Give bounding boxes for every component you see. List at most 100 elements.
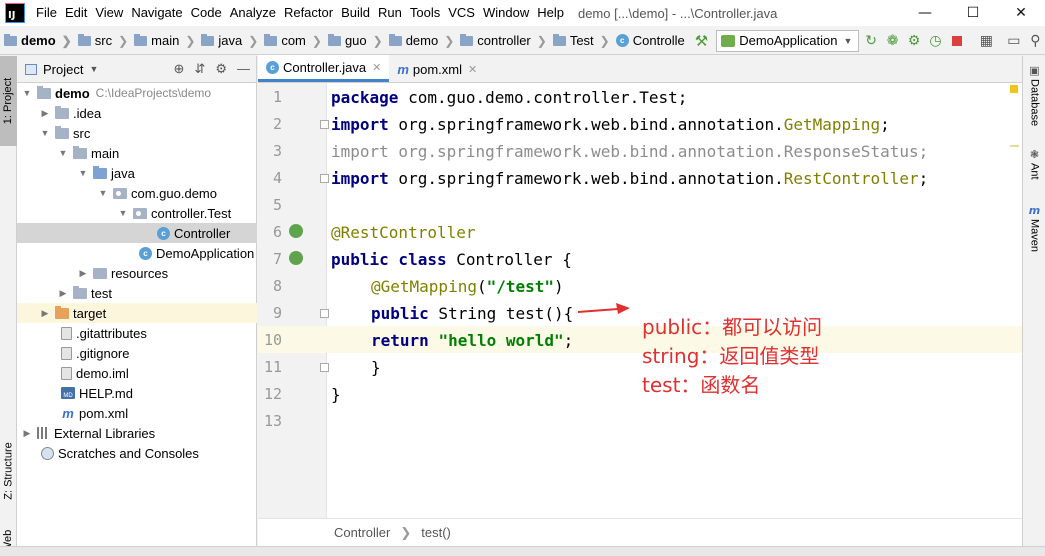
tree-item-controller[interactable]: c Controller [17, 223, 257, 243]
breadcrumb-method[interactable]: test() [421, 525, 451, 540]
hide-panel-icon[interactable]: — [237, 61, 250, 77]
menu-vcs[interactable]: VCS [444, 0, 479, 26]
chevron-down-icon[interactable]: ▼ [97, 188, 109, 198]
tree-item-demoapplication[interactable]: c DemoApplication [17, 243, 257, 263]
menu-build[interactable]: Build [337, 0, 374, 26]
tree-item-help-md[interactable]: MD HELP.md [17, 383, 257, 403]
menu-tools[interactable]: Tools [406, 0, 444, 26]
tree-item-target[interactable]: ▶ target [17, 303, 257, 323]
nav-crumb-controller[interactable]: controller ❯ [460, 33, 553, 48]
nav-crumb-com[interactable]: com ❯ [264, 33, 328, 48]
chevron-right-icon[interactable]: ▶ [57, 288, 69, 299]
fold-marker-icon[interactable] [320, 120, 329, 129]
nav-crumb-main[interactable]: main ❯ [134, 33, 201, 48]
file-icon [61, 346, 72, 360]
chevron-right-icon[interactable]: ▶ [39, 108, 51, 119]
menu-analyze[interactable]: Analyze [226, 0, 280, 26]
chevron-down-icon[interactable]: ▼ [39, 128, 51, 138]
locate-icon[interactable]: ⊕ [174, 61, 185, 77]
tree-item-src[interactable]: ▼ src [17, 123, 257, 143]
tree-item-gitattributes[interactable]: .gitattributes [17, 323, 257, 343]
stop-icon[interactable] [947, 30, 966, 52]
close-tab-icon[interactable]: ✕ [372, 61, 381, 74]
tab-ant-tool[interactable]: ❃ Ant [1023, 148, 1045, 180]
tab-database-tool[interactable]: ▣ Database [1023, 64, 1045, 126]
tree-item-demo-iml[interactable]: demo.iml [17, 363, 257, 383]
chevron-down-icon[interactable]: ▼ [21, 88, 33, 98]
collapse-all-icon[interactable]: ⇵ [194, 61, 205, 77]
chevron-down-icon[interactable]: ▼ [117, 208, 129, 218]
breadcrumb-class[interactable]: Controller [334, 525, 390, 540]
menu-edit[interactable]: Edit [61, 0, 91, 26]
menu-file[interactable]: File [32, 0, 61, 26]
nav-crumb-src[interactable]: src ❯ [77, 33, 134, 48]
nav-crumb-java[interactable]: java ❯ [201, 33, 264, 48]
run-configuration-select[interactable]: DemoApplication ▼ [716, 29, 860, 52]
tab-pom-xml[interactable]: m pom.xml ✕ [389, 56, 485, 82]
code-area[interactable]: 1 2 3 4 5 6 7 8 9 10 11 12 13 package co… [258, 83, 1022, 518]
tab-project-tool[interactable]: 1: Project [0, 56, 17, 146]
tree-item-demo[interactable]: ▼ demo C:\IdeaProjects\demo [17, 83, 257, 103]
tree-item-idea[interactable]: ▶ .idea [17, 103, 257, 123]
chevron-right-icon[interactable]: ▶ [21, 428, 33, 439]
chevron-down-icon[interactable]: ▼ [77, 168, 89, 178]
tree-item-gitignore[interactable]: .gitignore [17, 343, 257, 363]
gear-icon[interactable]: ⚙ [215, 61, 227, 77]
menu-code[interactable]: Code [187, 0, 226, 26]
tree-item-com-guo-demo[interactable]: ▼ com.guo.demo [17, 183, 257, 203]
inspection-status-icon[interactable] [1010, 85, 1018, 93]
spring-boot-icon [721, 34, 736, 47]
search-everywhere-icon[interactable]: ⚲ [1026, 30, 1045, 52]
fold-marker-icon[interactable] [320, 174, 329, 183]
scroll-marker[interactable] [1010, 145, 1019, 147]
spring-bean-gutter-icon[interactable] [289, 251, 303, 265]
nav-crumb-demo-pkg[interactable]: demo ❯ [388, 33, 461, 48]
nav-crumb-controller-class[interactable]: c Controlle [615, 33, 687, 48]
intellij-logo-icon: IJ [5, 3, 25, 23]
tab-maven-tool[interactable]: m Maven [1023, 204, 1045, 252]
file-icon [61, 326, 72, 340]
code-line-9: public String test(){ [371, 304, 574, 323]
nav-crumb-guo[interactable]: guo ❯ [327, 33, 389, 48]
menu-run[interactable]: Run [374, 0, 406, 26]
tree-item-external-libraries[interactable]: ▶ External Libraries [17, 423, 257, 443]
line-number: 10 [263, 331, 282, 349]
fold-marker-icon[interactable] [320, 363, 329, 372]
tab-structure-tool[interactable]: Z: Structure [0, 416, 17, 526]
tree-item-controller-test[interactable]: ▼ controller.Test [17, 203, 257, 223]
chevron-down-icon[interactable]: ▼ [57, 148, 69, 158]
maximize-button[interactable]: ☐ [949, 0, 997, 26]
menu-help[interactable]: Help [533, 0, 568, 26]
build-hammer-icon[interactable]: ⚒ [695, 32, 708, 50]
code-line-11: } [371, 358, 381, 377]
rerun-icon[interactable]: ↻ [861, 30, 880, 52]
minimize-button[interactable]: — [901, 0, 949, 26]
tree-item-pom-xml[interactable]: m pom.xml [17, 403, 257, 423]
menu-view[interactable]: View [91, 0, 127, 26]
tab-controller-java[interactable]: c Controller.java ✕ [258, 55, 390, 82]
debug-bug-icon[interactable]: ❁ [883, 30, 902, 52]
chevron-right-icon[interactable]: ▶ [39, 308, 51, 319]
chevron-down-icon[interactable]: ▼ [89, 64, 98, 74]
profile-icon[interactable]: ◷ [926, 30, 945, 52]
tree-item-main[interactable]: ▼ main [17, 143, 257, 163]
close-tab-icon[interactable]: ✕ [468, 63, 477, 76]
close-window-button[interactable]: ✕ [997, 0, 1045, 26]
project-view-select[interactable]: Project [43, 62, 83, 77]
package-icon [133, 207, 147, 219]
fold-marker-icon[interactable] [320, 309, 329, 318]
spring-bean-gutter-icon[interactable] [289, 224, 303, 238]
terminal-icon[interactable]: ▭ [1004, 30, 1023, 52]
tree-item-test[interactable]: ▶ test [17, 283, 257, 303]
menu-refactor[interactable]: Refactor [280, 0, 337, 26]
project-structure-icon[interactable]: ▦ [977, 30, 996, 52]
tree-item-java[interactable]: ▼ java [17, 163, 257, 183]
run-coverage-icon[interactable]: ⚙ [904, 30, 923, 52]
nav-crumb-demo[interactable]: demo ❯ [4, 33, 78, 48]
tree-item-resources[interactable]: ▶ resources [17, 263, 257, 283]
tree-item-scratches[interactable]: Scratches and Consoles [17, 443, 257, 463]
chevron-right-icon[interactable]: ▶ [77, 268, 89, 279]
menu-navigate[interactable]: Navigate [127, 0, 186, 26]
menu-window[interactable]: Window [479, 0, 533, 26]
nav-crumb-test[interactable]: Test ❯ [552, 33, 616, 48]
